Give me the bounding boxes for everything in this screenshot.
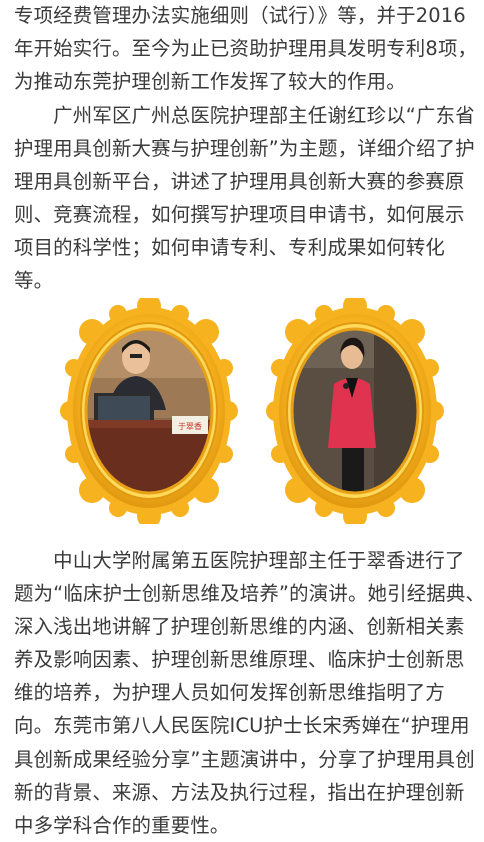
paragraph-2-line: 广州军区广州总医院护理部主任谢红珍以“广东省	[14, 104, 475, 127]
ornate-frame-right	[266, 298, 444, 524]
paragraph-2-line: 等。	[14, 269, 54, 293]
paragraph-1-line: 为推动东莞护理创新工作发挥了较大的作用。	[14, 70, 406, 94]
paragraph-2-line: 项目的科学性；如何申请专利、专利成果如何转化	[14, 236, 445, 260]
paragraph-3-line: 题为“临床护士创新思维及培养”的演讲。她引经据典、	[14, 582, 484, 606]
paragraph-3-line: 深入浅出地讲解了护理创新思维的内涵、创新相关素	[14, 615, 465, 639]
paragraph-3-line: 新的背景、来源、方法及执行过程，指出在护理创新	[14, 780, 465, 804]
speaker-photos: 于翠香	[0, 298, 484, 528]
nameplate-text: 于翠香	[178, 421, 202, 431]
paragraph-3-line: 中多学科合作的重要性。	[14, 813, 230, 837]
paragraph-3-line: 养及影响因素、护理创新思维原理、临床护士创新思	[14, 648, 465, 672]
paragraph-1: 专项经费管理办法实施细则（试行）》等，并于2016 年开始实行。至今为止已资助护…	[14, 0, 478, 98]
paragraph-3: 中山大学附属第五医院护理部主任于翠香进行了 题为“临床护士创新思维及培养”的演讲…	[14, 544, 484, 842]
paragraph-3-line: 具创新成果经验分享”主题演讲中，分享了护理用具创	[14, 747, 475, 771]
framed-photo-right	[264, 298, 446, 524]
paragraph-1-line: 年开始实行。至今为止已资助护理用具发明专利8项，	[14, 37, 478, 61]
paragraph-2-line: 则、竞赛流程，如何撰写护理项目申请书，如何展示	[14, 203, 465, 227]
paragraph-2-line: 护理用具创新大赛与护理创新”为主题，详细介绍了护	[14, 137, 475, 161]
paragraph-3-line: 向。东莞市第八人民医院ICU护士长宋秀婵在“护理用	[14, 714, 470, 738]
framed-photo-left: 于翠香	[58, 298, 240, 524]
paragraph-2-line: 理用具创新平台，讲述了护理用具创新大赛的参赛原	[14, 170, 465, 194]
paragraph-3-line: 中山大学附属第五医院护理部主任于翠香进行了	[14, 549, 465, 572]
paragraph-1-line: 专项经费管理办法实施细则（试行）》等，并于2016	[14, 4, 466, 27]
paragraph-3-line: 维的培养，为护理人员如何发挥创新思维指明了方	[14, 681, 445, 705]
paragraph-2: 广州军区广州总医院护理部主任谢红珍以“广东省 护理用具创新大赛与护理创新”为主题…	[14, 99, 478, 298]
ornate-frame-left: 于翠香	[60, 298, 238, 524]
